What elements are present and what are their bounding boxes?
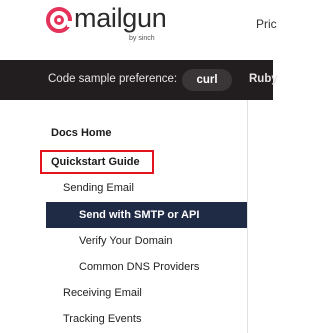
code-preference-curl-button[interactable]: curl [182, 69, 232, 91]
logo-wordmark: mailgun [74, 3, 167, 33]
logo-byline: by sinch [129, 35, 155, 42]
site-header: mailgun by sinch Pric [0, 0, 277, 60]
sidebar-divider [247, 100, 248, 333]
sidebar-item-docs-home[interactable]: Docs Home [46, 120, 247, 146]
sidebar-item-receiving-email[interactable]: Receiving Email [46, 280, 247, 306]
code-preference-bar: Code sample preference: curl Ruby [0, 60, 278, 100]
code-preference-ruby-button[interactable]: Ruby [249, 73, 278, 85]
sidebar-item-quickstart-guide[interactable]: Quickstart Guide [46, 149, 247, 175]
code-preference-label: Code sample preference: [48, 73, 178, 85]
sidebar-item-verify-your-domain[interactable]: Verify Your Domain [46, 228, 247, 254]
sidebar-item-send-with-smtp-or-api[interactable]: Send with SMTP or API [46, 202, 247, 228]
sidebar-item-common-dns-providers[interactable]: Common DNS Providers [46, 254, 247, 280]
sidebar-item-sending-email[interactable]: Sending Email [46, 175, 247, 201]
sidebar-item-tracking-events[interactable]: Tracking Events [46, 306, 247, 332]
docs-sidebar-nav: Docs Home Quickstart Guide Sending Email… [0, 100, 247, 333]
mailgun-at-icon [46, 7, 72, 33]
top-nav-link-pricing[interactable]: Pric [256, 17, 277, 31]
